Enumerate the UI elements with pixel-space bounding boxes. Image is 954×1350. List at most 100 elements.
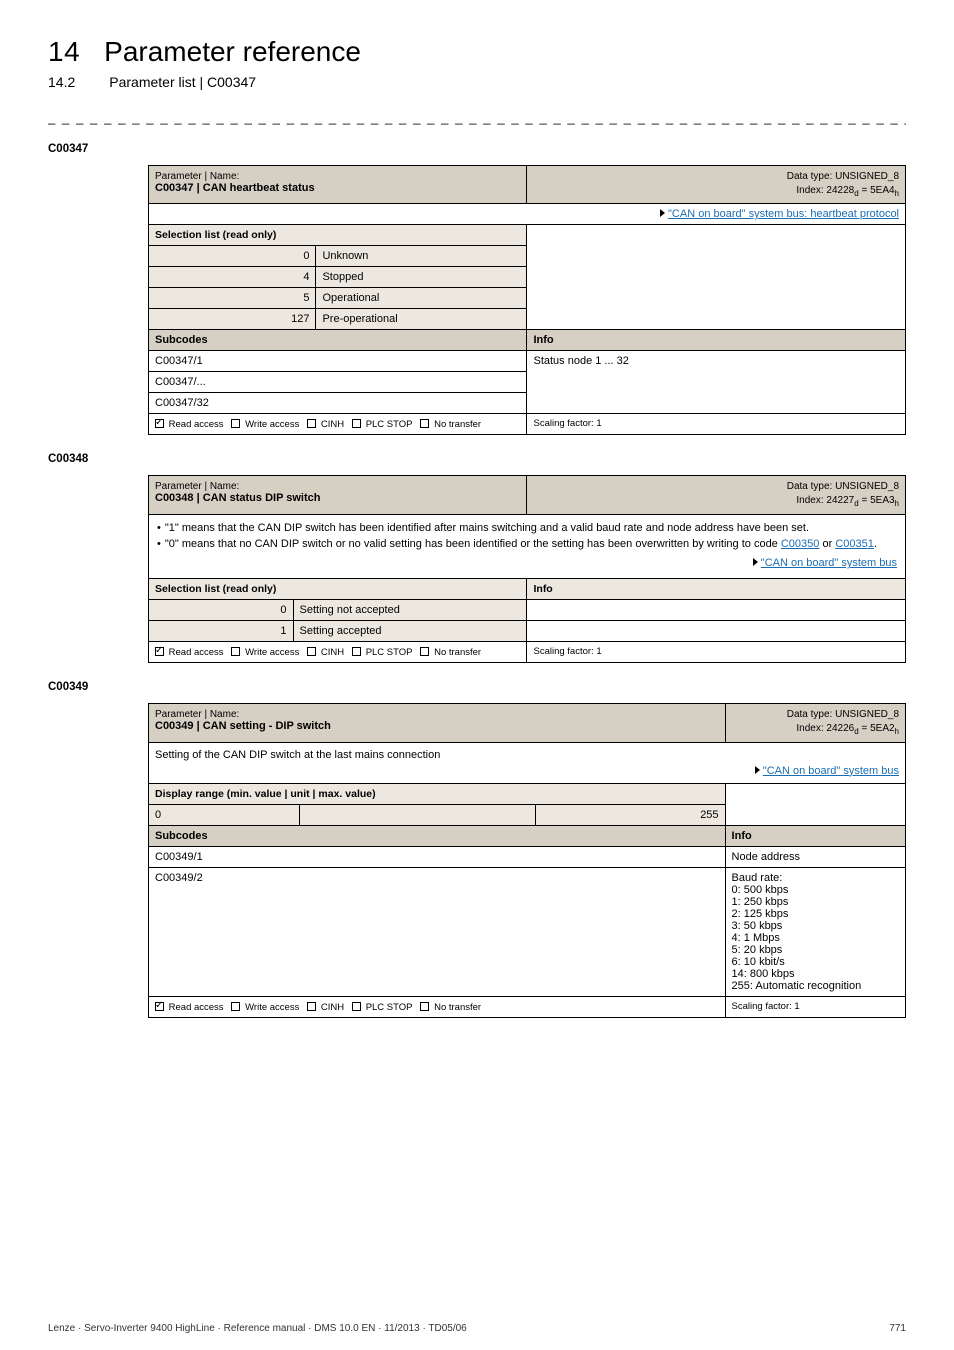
read-access-label: Read access [169, 647, 224, 658]
access-flags-cell: Read access Write access CINH PLC STOP N… [149, 642, 527, 663]
subcode-cell: C00347/... [149, 372, 527, 393]
param-index-h: h [895, 727, 899, 736]
checkbox-icon [420, 419, 429, 428]
no-transfer-label: No transfer [434, 419, 481, 430]
cinh-label: CINH [321, 419, 344, 430]
param-dtype: Data type: UNSIGNED_8 [787, 171, 899, 182]
info-label: Info [725, 825, 905, 846]
sub-header: 14.2 Parameter list | C00347 [48, 74, 906, 90]
access-flags-cell: Read access Write access CINH PLC STOP N… [149, 996, 726, 1017]
param-link-row: "CAN on board" system bus [155, 765, 899, 777]
bullet-item: "0" means that no CAN DIP switch or no v… [157, 537, 897, 553]
write-access-label: Write access [245, 419, 299, 430]
checkbox-icon [420, 1002, 429, 1011]
scaling-factor-cell: Scaling factor: 1 [527, 642, 906, 663]
scaling-factor-cell: Scaling factor: 1 [725, 996, 905, 1017]
plc-stop-label: PLC STOP [366, 419, 413, 430]
plc-stop-label: PLC STOP [366, 647, 413, 658]
sel-num: 0 [149, 246, 316, 267]
heartbeat-protocol-link[interactable]: "CAN on board" system bus: heartbeat pro… [668, 208, 899, 220]
checkbox-icon [307, 1002, 316, 1011]
range-max: 255 [536, 804, 725, 825]
empty-cell [527, 621, 906, 642]
param-link-row: "CAN on board" system bus [157, 556, 897, 572]
sel-val: Stopped [316, 267, 527, 288]
checkbox-checked-icon [155, 1002, 164, 1011]
description-text: Setting of the CAN DIP switch at the las… [155, 749, 440, 761]
write-access-label: Write access [245, 647, 299, 658]
param-index-h: h [895, 499, 899, 508]
range-min: 0 [149, 804, 300, 825]
checkbox-icon [307, 419, 316, 428]
param-link-cell: "CAN on board" system bus: heartbeat pro… [149, 204, 906, 225]
access-flags-cell: Read access Write access CINH PLC STOP N… [149, 414, 527, 435]
display-range-label: Display range (min. value | unit | max. … [149, 783, 726, 804]
subcodes-label: Subcodes [149, 330, 527, 351]
sel-num: 4 [149, 267, 316, 288]
param-name-cell: Parameter | Name: C00347 | CAN heartbeat… [149, 166, 527, 204]
triangle-icon [753, 558, 758, 566]
checkbox-icon [352, 419, 361, 428]
subcode-cell: C00349/1 [149, 846, 726, 867]
param-dtype: Data type: UNSIGNED_8 [787, 709, 899, 720]
subcode-info: Status node 1 ... 32 [527, 351, 906, 414]
param-index: Index: 24226 [796, 723, 854, 734]
empty-cell [527, 246, 906, 330]
empty-cell [527, 225, 906, 246]
param-name: C00347 | CAN heartbeat status [155, 182, 315, 194]
param-name-label: Parameter | Name: [155, 171, 239, 182]
no-transfer-label: No transfer [434, 647, 481, 658]
system-bus-link[interactable]: "CAN on board" system bus [761, 557, 897, 569]
plc-stop-label: PLC STOP [366, 1002, 413, 1013]
cinh-label: CINH [321, 1002, 344, 1013]
page-root: 14 Parameter reference 14.2 Parameter li… [0, 0, 954, 1078]
footer-left-text: Lenze · Servo-Inverter 9400 HighLine · R… [48, 1323, 467, 1334]
triangle-icon [755, 766, 760, 774]
selection-list-label: Selection list (read only) [149, 579, 527, 600]
sel-val: Pre-operational [316, 309, 527, 330]
bullet-end: . [874, 538, 877, 550]
description-cell: Setting of the CAN DIP switch at the las… [149, 742, 906, 783]
checkbox-icon [352, 1002, 361, 1011]
read-access-label: Read access [169, 1002, 224, 1013]
c00351-link[interactable]: C00351 [835, 538, 874, 550]
selection-list-label: Selection list (read only) [149, 225, 527, 246]
scaling-factor-cell: Scaling factor: 1 [527, 414, 906, 435]
param-heading-c00348: C00348 [48, 453, 906, 465]
no-transfer-label: No transfer [434, 1002, 481, 1013]
subcode-cell: C00347/32 [149, 393, 527, 414]
table-c00347: Parameter | Name: C00347 | CAN heartbeat… [148, 165, 906, 435]
subcodes-label: Subcodes [149, 825, 726, 846]
c00350-link[interactable]: C00350 [781, 538, 820, 550]
checkbox-icon [231, 419, 240, 428]
checkbox-icon [352, 647, 361, 656]
param-name: C00348 | CAN status DIP switch [155, 492, 321, 504]
param-index-eq: = 5EA3 [859, 495, 895, 506]
empty-cell [725, 783, 905, 825]
bullet-text-1: "1" means that the CAN DIP switch has be… [165, 521, 809, 537]
table-c00349: Parameter | Name: C00349 | CAN setting -… [148, 703, 906, 1017]
selection-list-text: Selection list (read only) [155, 583, 276, 595]
chapter-number: 14 [48, 36, 80, 68]
bullet-text-2: "0" means that no CAN DIP switch or no v… [165, 537, 877, 553]
checkbox-checked-icon [155, 419, 164, 428]
param-name-cell: Parameter | Name: C00349 | CAN setting -… [149, 704, 726, 742]
bullet-text-2a: "0" means that no CAN DIP switch or no v… [165, 538, 781, 550]
sel-num: 0 [149, 600, 294, 621]
section-title: Parameter list | C00347 [109, 74, 256, 90]
param-heading-c00347: C00347 [48, 143, 906, 155]
sel-num: 127 [149, 309, 316, 330]
separator-line: _ _ _ _ _ _ _ _ _ _ _ _ _ _ _ _ _ _ _ _ … [48, 110, 906, 125]
page-footer: Lenze · Servo-Inverter 9400 HighLine · R… [48, 1323, 906, 1334]
empty-cell [527, 600, 906, 621]
sel-val: Setting not accepted [293, 600, 527, 621]
selection-list-text: Selection list (read only) [155, 229, 276, 241]
table-c00348: Parameter | Name: C00348 | CAN status DI… [148, 475, 906, 663]
sel-num: 5 [149, 288, 316, 309]
checkbox-icon [231, 647, 240, 656]
checkbox-icon [231, 1002, 240, 1011]
sel-val: Setting accepted [293, 621, 527, 642]
system-bus-link[interactable]: "CAN on board" system bus [763, 765, 899, 777]
info-label: Info [527, 579, 906, 600]
bullet-or: or [819, 538, 835, 550]
